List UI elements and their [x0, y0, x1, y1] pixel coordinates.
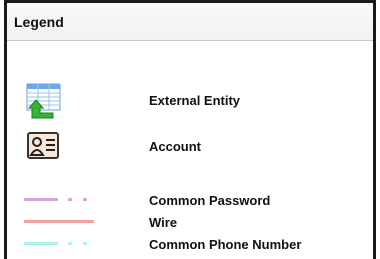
solid-line-swatch — [24, 220, 94, 223]
dash-dot-line-swatch — [24, 198, 87, 201]
legend-line-wire: Wire — [7, 213, 373, 231]
contact-card-icon — [27, 132, 59, 165]
table-with-green-arrow-icon — [26, 83, 62, 124]
legend-line-common-password: Common Password — [7, 191, 373, 209]
legend-line-common-phone-number: Common Phone Number — [7, 235, 373, 253]
legend-line-label: Wire — [149, 215, 178, 230]
legend-line-label: Common Phone Number — [149, 237, 302, 252]
legend-line-label: Common Password — [149, 193, 271, 208]
legend-item-label: Account — [149, 139, 201, 154]
legend-header: Legend — [7, 3, 373, 41]
legend-item-account: Account — [7, 132, 373, 162]
legend-panel: Legend External Entity Account Common Pa… — [4, 0, 376, 259]
legend-item-label: External Entity — [149, 93, 241, 108]
dash-dot-line-swatch — [24, 242, 87, 245]
legend-item-external-entity: External Entity — [7, 83, 373, 119]
legend-title: Legend — [14, 13, 64, 30]
